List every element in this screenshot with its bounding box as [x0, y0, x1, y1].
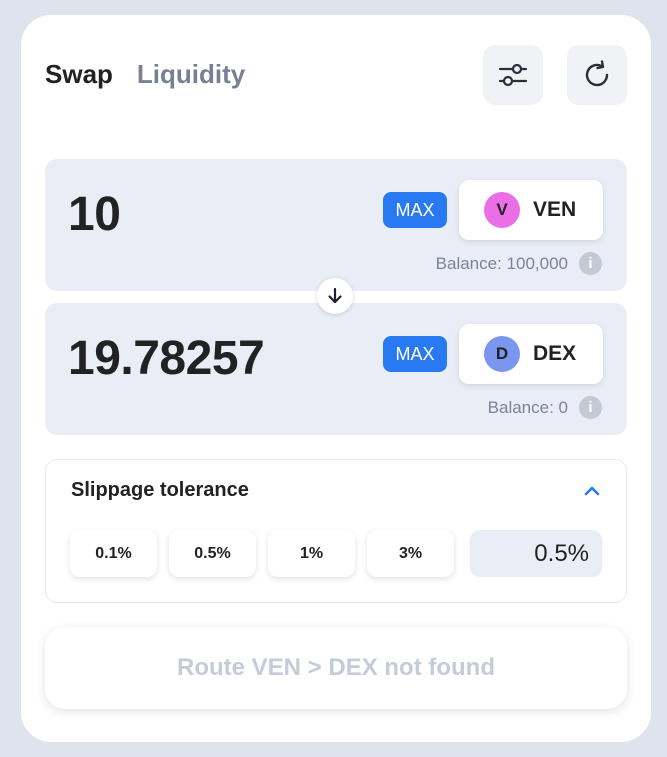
tab-bar: Swap Liquidity — [45, 59, 245, 90]
to-max-button[interactable]: MAX — [383, 336, 447, 372]
from-amount-input[interactable]: 10 — [68, 187, 121, 242]
dex-token-icon: D — [484, 336, 520, 372]
slippage-section: Slippage tolerance 0.1% 0.5% 1% 3% — [45, 459, 627, 603]
from-token-panel: 10 MAX V VEN Balance: 100,000 i — [45, 159, 627, 291]
refresh-button[interactable] — [567, 45, 627, 105]
swap-direction-button[interactable] — [317, 278, 353, 314]
custom-slippage-input[interactable] — [470, 530, 602, 577]
to-balance: Balance: 0 — [487, 398, 568, 417]
slippage-option-3[interactable]: 3% — [367, 530, 454, 577]
ven-token-icon: V — [484, 192, 520, 228]
from-token-selector[interactable]: V VEN — [459, 180, 603, 240]
tab-liquidity[interactable]: Liquidity — [137, 59, 245, 90]
to-token-symbol: DEX — [533, 342, 577, 365]
settings-button[interactable] — [483, 45, 543, 105]
from-balance: Balance: 100,000 — [435, 254, 568, 273]
swap-submit-button[interactable]: Route VEN > DEX not found — [45, 627, 627, 709]
slippage-option-1[interactable]: 1% — [268, 530, 355, 577]
tab-swap[interactable]: Swap — [45, 59, 113, 90]
to-token-selector[interactable]: D DEX — [459, 324, 603, 384]
slippage-option-0-1[interactable]: 0.1% — [70, 530, 157, 577]
swap-card: Swap Liquidity 10 MAX V VEN Balance: 100… — [21, 15, 651, 742]
info-icon[interactable]: i — [579, 252, 602, 275]
from-max-button[interactable]: MAX — [383, 192, 447, 228]
to-amount-input[interactable]: 19.78257 — [68, 331, 265, 386]
from-token-symbol: VEN — [533, 198, 577, 221]
arrow-down-icon — [328, 287, 342, 304]
info-icon[interactable]: i — [579, 396, 602, 419]
to-token-panel: 19.78257 MAX D DEX Balance: 0 i — [45, 303, 627, 435]
chevron-up-icon[interactable] — [583, 482, 601, 500]
sliders-icon — [498, 63, 528, 87]
slippage-title: Slippage tolerance — [71, 479, 249, 501]
refresh-icon — [585, 60, 609, 87]
slippage-option-0-5[interactable]: 0.5% — [169, 530, 256, 577]
